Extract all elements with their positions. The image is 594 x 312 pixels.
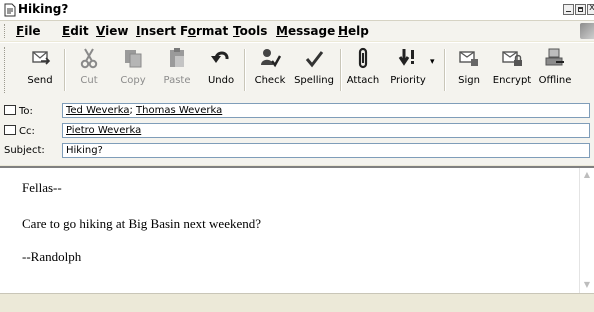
priority-label: Priority xyxy=(390,75,426,86)
copy-button[interactable]: Copy xyxy=(116,47,150,93)
scissors-icon xyxy=(80,48,98,69)
toolbar-separator xyxy=(444,49,446,91)
windows-logo-icon xyxy=(580,23,594,39)
toolbar-separator xyxy=(244,49,246,91)
paste-label: Paste xyxy=(163,75,191,86)
copy-icon xyxy=(125,50,142,68)
spelling-label: Spelling xyxy=(294,75,334,86)
send-button[interactable]: Send xyxy=(20,47,60,93)
message-header: To: Ted Weverka; Thomas Weverka Cc: Piet… xyxy=(0,99,594,165)
scroll-up-icon[interactable]: ▲ xyxy=(583,171,591,179)
sign-button[interactable]: Sign xyxy=(452,47,486,93)
encrypt-icon xyxy=(502,51,522,66)
cc-label[interactable]: Cc: xyxy=(4,125,35,137)
toolbar-separator xyxy=(340,49,342,91)
title-bar: Hiking? xyxy=(0,0,594,21)
close-button[interactable] xyxy=(587,2,594,15)
body-line: Fellas-- xyxy=(22,180,62,195)
offline-button[interactable]: Offline xyxy=(536,47,574,93)
priority-icon xyxy=(398,49,414,66)
menu-format[interactable]: Format xyxy=(180,24,228,38)
envelope-icon xyxy=(4,3,16,17)
clipboard-icon xyxy=(170,48,184,67)
maximize-button[interactable] xyxy=(575,4,586,15)
menu-view[interactable]: View xyxy=(96,24,128,38)
address-book-icon xyxy=(4,125,16,135)
spelling-button[interactable]: Spelling xyxy=(294,47,334,93)
undo-icon xyxy=(211,51,229,63)
menu-bar: File Edit View Insert Format Tools Messa… xyxy=(0,21,594,41)
menu-message[interactable]: Message xyxy=(276,24,335,38)
undo-label: Undo xyxy=(207,75,235,86)
attach-button[interactable]: Attach xyxy=(346,47,380,93)
subject-label: Subject: xyxy=(4,145,45,156)
address-book-icon xyxy=(4,105,16,115)
recipient-name[interactable]: Ted Weverka xyxy=(66,105,129,116)
message-body[interactable]: Fellas-- Care to go hiking at Big Basin … xyxy=(0,166,594,293)
menu-help[interactable]: Help xyxy=(338,24,369,38)
to-field[interactable]: Ted Weverka; Thomas Weverka xyxy=(62,103,590,118)
encrypt-label: Encrypt xyxy=(492,75,532,86)
to-label[interactable]: To: xyxy=(4,105,33,117)
vertical-scrollbar[interactable]: ▲ ▼ xyxy=(579,168,594,293)
recipient-name[interactable]: Pietro Weverka xyxy=(66,125,141,136)
attach-label: Attach xyxy=(346,75,380,86)
status-bar xyxy=(0,293,594,312)
window-title: Hiking? xyxy=(18,2,69,16)
scroll-down-icon[interactable]: ▼ xyxy=(583,281,591,289)
cc-field[interactable]: Pietro Weverka xyxy=(62,123,590,138)
send-icon xyxy=(32,51,51,65)
menu-tools[interactable]: Tools xyxy=(233,24,267,38)
check-button[interactable]: Check xyxy=(252,47,288,93)
paste-button[interactable]: Paste xyxy=(160,47,194,93)
send-label: Send xyxy=(27,75,53,86)
subject-field[interactable]: Hiking? xyxy=(62,143,590,158)
copy-label: Copy xyxy=(120,75,146,86)
cut-label: Cut xyxy=(80,75,98,86)
check-names-icon xyxy=(261,49,282,68)
spelling-check-icon xyxy=(305,51,324,68)
minimize-button[interactable] xyxy=(563,4,574,15)
toolbar-separator xyxy=(64,49,66,91)
check-label: Check xyxy=(254,75,286,86)
menu-edit[interactable]: Edit xyxy=(62,24,89,38)
priority-button[interactable]: Priority xyxy=(388,47,428,93)
cut-button[interactable]: Cut xyxy=(72,47,106,93)
menu-file[interactable]: File xyxy=(16,24,41,38)
toolbar-grip[interactable] xyxy=(4,47,8,93)
undo-button[interactable]: Undo xyxy=(204,47,238,93)
priority-dropdown-icon[interactable]: ▾ xyxy=(430,57,435,67)
sign-icon xyxy=(459,51,478,66)
paperclip-icon xyxy=(358,47,368,69)
toolbar: Send Cut Copy Paste Undo Check Spelling … xyxy=(0,42,594,100)
menu-grip[interactable] xyxy=(4,24,8,38)
offline-label: Offline xyxy=(538,75,572,86)
encrypt-button[interactable]: Encrypt xyxy=(492,47,532,93)
sign-label: Sign xyxy=(458,75,480,86)
recipient-name[interactable]: Thomas Weverka xyxy=(136,105,222,116)
body-line: --Randolph xyxy=(22,249,82,264)
message-window: Hiking? File Edit View Insert Format Too… xyxy=(0,0,594,312)
body-line: Care to go hiking at Big Basin next week… xyxy=(22,216,262,231)
menu-insert[interactable]: Insert xyxy=(136,24,176,38)
offline-icon xyxy=(545,48,564,66)
